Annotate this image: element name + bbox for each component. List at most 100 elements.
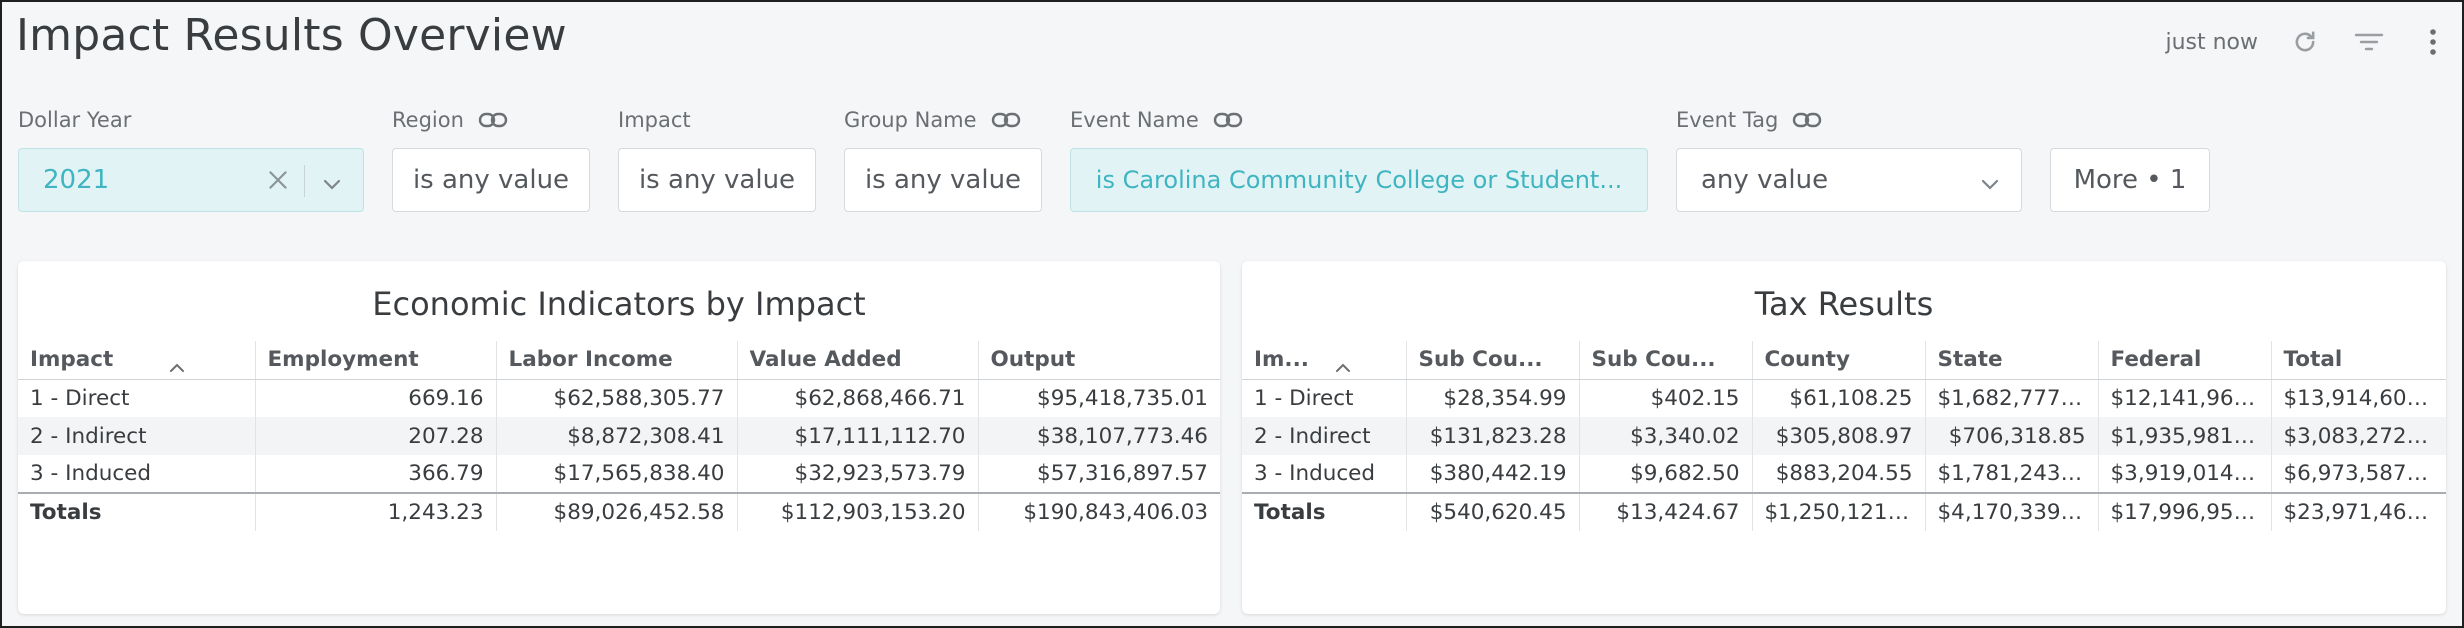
filter-group-name: Group Name: [844, 106, 1021, 134]
tax-results-panel: Tax Results Im... Sub Cou... Sub Cou... …: [1242, 261, 2446, 614]
column-header-federal[interactable]: Federal: [2097, 341, 2271, 380]
event-tag-select[interactable]: any value: [1676, 148, 2022, 212]
impact-value: is any value: [638, 165, 796, 195]
cell-county: $883,204.55: [1751, 455, 1925, 493]
cell-value-added: $17,111,112.70: [736, 417, 978, 455]
filter-event-tag: Event Tag: [1676, 106, 1822, 134]
table-row: 1 - Direct $28,354.99 $402.15 $61,108.25…: [1242, 379, 2446, 417]
link-icon[interactable]: [991, 111, 1021, 129]
economic-indicators-table: Impact Employment Labor Income Value Add…: [18, 341, 1220, 531]
filter-icon[interactable]: [2352, 25, 2386, 59]
filter-label: Region: [392, 108, 464, 132]
cell-sub-county-1: $380,442.19: [1405, 455, 1579, 493]
cell-output: $57,316,897.57: [977, 455, 1220, 493]
cell-county-total: $1,250,121.77: [1751, 492, 1925, 531]
filter-region: Region: [392, 106, 508, 134]
cell-labor-income: $8,872,308.41: [495, 417, 737, 455]
event-name-filter-button[interactable]: is Carolina Community College or Student…: [1070, 148, 1648, 212]
table-row: 1 - Direct 669.16 $62,588,305.77 $62,868…: [18, 379, 1220, 417]
group-name-value: is any value: [864, 165, 1022, 195]
cell-totals-label: Totals: [18, 492, 255, 531]
cell-totals-label: Totals: [1242, 492, 1406, 531]
filter-event-name: Event Name: [1070, 106, 1243, 134]
cell-impact: 2 - Indirect: [1242, 417, 1406, 455]
region-filter-button[interactable]: is any value: [392, 148, 590, 212]
cell-impact: 3 - Induced: [1254, 461, 1376, 486]
filter-label: Event Name: [1070, 108, 1199, 132]
event-name-value: is Carolina Community College or Student…: [1095, 166, 1623, 194]
filter-label: Dollar Year: [18, 108, 132, 132]
column-header-employment[interactable]: Employment: [254, 341, 496, 380]
cell-state-total: $4,170,339.43: [1924, 492, 2098, 531]
link-icon[interactable]: [478, 111, 508, 129]
dollar-year-select[interactable]: 2021: [18, 148, 364, 212]
group-name-filter-button[interactable]: is any value: [844, 148, 1042, 212]
sort-ascending-icon[interactable]: [168, 355, 186, 378]
tax-results-table: Im... Sub Cou... Sub Cou... County State…: [1242, 341, 2446, 531]
column-header-county[interactable]: County: [1751, 341, 1925, 380]
cell-labor-income-total: $89,026,452.58: [495, 492, 737, 531]
link-icon[interactable]: [1792, 111, 1822, 129]
cell-county: $61,108.25: [1751, 379, 1925, 417]
cell-sub-county-1: $28,354.99: [1405, 379, 1579, 417]
cell-employment-total: 1,243.23: [254, 492, 496, 531]
cell-labor-income: $62,588,305.77: [495, 379, 737, 417]
column-header-state[interactable]: State: [1924, 341, 2098, 380]
page-title: Impact Results Overview: [16, 10, 567, 61]
cell-output: $95,418,735.01: [977, 379, 1220, 417]
chevron-down-icon[interactable]: [1979, 171, 2001, 201]
column-header-sub-county-2[interactable]: Sub Cou...: [1578, 341, 1752, 380]
cell-impact: 2 - Indirect: [18, 417, 255, 455]
cell-labor-income: $17,565,838.40: [495, 455, 737, 493]
column-header-impact[interactable]: Impact: [18, 341, 255, 380]
cell-state: $706,318.85: [1924, 417, 2098, 455]
cell-value-added-total: $112,903,153.20: [736, 492, 978, 531]
header-actions: just now: [2165, 18, 2450, 66]
more-filters-button[interactable]: More • 1: [2050, 148, 2210, 212]
cell-sub-county-2: $402.15: [1578, 379, 1752, 417]
impact-filter-button[interactable]: is any value: [618, 148, 816, 212]
cell-output: $38,107,773.46: [977, 417, 1220, 455]
sort-ascending-icon[interactable]: [1334, 355, 1352, 378]
cell-value-added: $32,923,573.79: [736, 455, 978, 493]
column-header-impact[interactable]: Im...: [1242, 341, 1406, 380]
close-icon[interactable]: [265, 167, 291, 200]
cell-federal-total: $17,996,957.59: [2097, 492, 2271, 531]
table-row: 2 - Indirect 207.28 $8,872,308.41 $17,11…: [18, 417, 1220, 455]
event-tag-value: any value: [1701, 165, 1829, 195]
column-header-total[interactable]: Total: [2270, 341, 2446, 380]
filter-label: Impact: [618, 108, 691, 132]
table-row: 3 - Induced $380,442.19 $9,682.50 $883,2…: [1242, 455, 2446, 493]
column-header-output[interactable]: Output: [977, 341, 1220, 380]
filter-label: Group Name: [844, 108, 977, 132]
cell-employment: 366.79: [254, 455, 496, 493]
cell-state: $1,682,777.45: [1924, 379, 2098, 417]
column-header-sub-county-1[interactable]: Sub Cou...: [1405, 341, 1579, 380]
refresh-icon[interactable]: [2288, 25, 2322, 59]
cell-sub-county-2: $3,340.02: [1578, 417, 1752, 455]
cell-employment: 669.16: [254, 379, 496, 417]
table-row: 2 - Indirect $131,823.28 $3,340.02 $305,…: [1242, 417, 2446, 455]
panel-title: Economic Indicators by Impact: [372, 285, 866, 323]
filter-label: Event Tag: [1676, 108, 1779, 132]
dashboard: Impact Results Overview just now Dollar …: [0, 0, 2464, 628]
chevron-down-icon[interactable]: [321, 171, 343, 201]
cell-sub-county-1: $131,823.28: [1405, 417, 1579, 455]
cell-county: $305,808.97: [1751, 417, 1925, 455]
more-filters-label: More • 1: [2073, 165, 2187, 195]
cell-value-added: $62,868,466.71: [736, 379, 978, 417]
kebab-menu-icon[interactable]: [2416, 25, 2450, 59]
cell-sub-county-2-total: $13,424.67: [1578, 492, 1752, 531]
table-row: 3 - Induced 366.79 $17,565,838.40 $32,92…: [18, 455, 1220, 493]
cell-employment: 207.28: [254, 417, 496, 455]
column-header-labor-income[interactable]: Labor Income: [495, 341, 737, 380]
totals-row: Totals $540,620.45 $13,424.67 $1,250,121…: [1242, 492, 2446, 531]
filter-dollar-year: Dollar Year: [18, 106, 131, 134]
cell-state: $1,781,243.13: [1924, 455, 2098, 493]
table-header-row: Im... Sub Cou... Sub Cou... County State…: [1242, 341, 2446, 380]
link-icon[interactable]: [1213, 111, 1243, 129]
refresh-status: just now: [2165, 29, 2258, 55]
column-header-value-added[interactable]: Value Added: [736, 341, 978, 380]
cell-total: $3,083,272.15: [2270, 417, 2446, 455]
cell-impact: 1 - Direct: [30, 385, 130, 411]
